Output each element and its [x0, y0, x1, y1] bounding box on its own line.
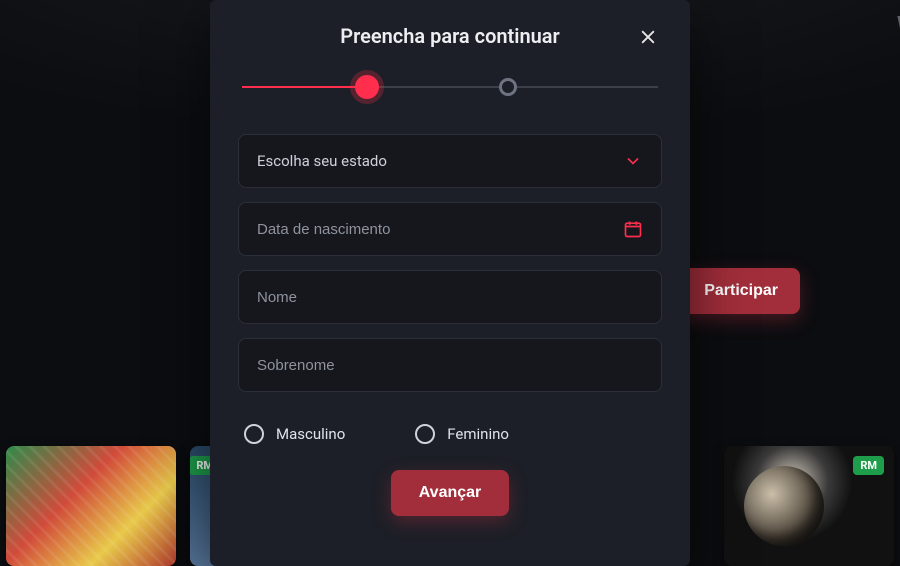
state-select[interactable]: Escolha seu estado [238, 134, 662, 188]
advance-button[interactable]: Avançar [391, 470, 510, 516]
game-thumbnail[interactable]: RM [724, 446, 894, 566]
thumbnail-badge: RM [853, 456, 884, 475]
state-select-label: Escolha seu estado [257, 152, 387, 170]
last-name-field[interactable] [238, 338, 662, 392]
calendar-icon [623, 219, 643, 239]
gender-male-option[interactable]: Masculino [244, 424, 345, 444]
chevron-down-icon [623, 151, 643, 171]
radio-icon [415, 424, 435, 444]
registration-modal: Preencha para continuar Escolha seu esta… [210, 0, 690, 566]
gender-radio-group: Masculino Feminino [244, 424, 662, 444]
last-name-input[interactable] [257, 357, 643, 374]
dob-input[interactable] [257, 221, 623, 238]
dob-field[interactable] [238, 202, 662, 256]
gender-female-option[interactable]: Feminino [415, 424, 509, 444]
gender-male-label: Masculino [276, 425, 345, 443]
game-thumbnail[interactable] [6, 446, 176, 566]
first-name-input[interactable] [257, 289, 643, 306]
close-icon [638, 27, 658, 47]
radio-icon [244, 424, 264, 444]
step-current-dot [355, 75, 379, 99]
progress-stepper [242, 74, 658, 100]
close-button[interactable] [634, 24, 662, 52]
gender-female-label: Feminino [447, 425, 509, 443]
participate-button[interactable]: Participar [682, 268, 800, 314]
step-next-dot [499, 78, 517, 96]
modal-title: Preencha para continuar [340, 24, 560, 48]
first-name-field[interactable] [238, 270, 662, 324]
